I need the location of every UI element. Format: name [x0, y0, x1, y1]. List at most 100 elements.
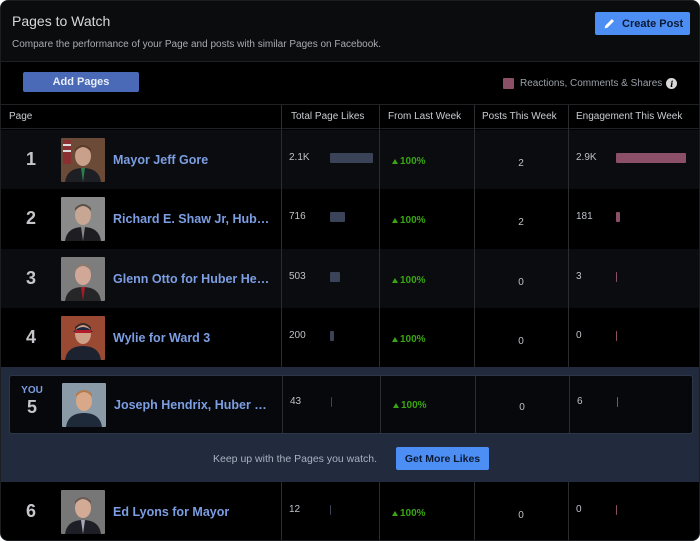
total-likes-value: 716 [289, 211, 306, 222]
rank-number: 1 [25, 149, 36, 169]
column-divider [281, 482, 282, 540]
pencil-icon [604, 19, 614, 29]
pages-to-watch-panel: Pages to Watch Compare the performance o… [0, 0, 700, 541]
column-divider [475, 376, 476, 433]
create-post-label: Create Post [622, 17, 684, 30]
info-icon[interactable]: i [666, 78, 678, 89]
up-arrow-icon [392, 337, 398, 342]
column-divider [379, 105, 380, 367]
page-name-link[interactable]: Ed Lyons for Mayor [113, 505, 229, 519]
total-likes-bar [330, 505, 331, 515]
your-page-row: YOU 5 Joseph Hendrix, Huber … 43 100% 0 … [9, 375, 693, 434]
page-name-link[interactable]: Wylie for Ward 3 [113, 331, 210, 345]
engagement-value: 181 [576, 211, 593, 222]
engagement-bar [616, 272, 617, 282]
growth-value: 100% [400, 334, 426, 345]
growth-value: 100% [400, 275, 426, 286]
column-header-from-last-week: From Last Week [388, 111, 462, 122]
page-avatar[interactable] [61, 138, 105, 182]
page-avatar[interactable] [61, 257, 105, 301]
page-avatar[interactable] [62, 383, 106, 427]
rank-number: 5 [26, 397, 37, 417]
column-header-page: Page [9, 111, 33, 122]
posts-this-week-value: 2 [518, 158, 524, 169]
column-header-posts: Posts This Week [482, 111, 557, 122]
table-header: Page Total Page Likes From Last Week Pos… [1, 105, 699, 129]
growth-indicator: 100% [392, 215, 426, 226]
page-avatar[interactable] [61, 316, 105, 360]
rank-number: 6 [25, 501, 36, 521]
legend-label: Reactions, Comments & Shares [520, 78, 663, 89]
table-row: 1 Mayor Jeff Gore 2.1K 100% 2 2.9K [1, 130, 699, 189]
panel-subtitle: Compare the performance of your Page and… [12, 39, 382, 50]
get-more-likes-button[interactable]: Get More Likes [396, 447, 489, 470]
column-divider [281, 105, 282, 367]
engagement-bar [616, 505, 617, 515]
column-divider [474, 482, 475, 540]
rank-number: 4 [25, 327, 36, 347]
total-likes-value: 2.1K [289, 152, 310, 163]
total-likes-value: 12 [289, 504, 301, 515]
up-arrow-icon [392, 218, 398, 223]
total-likes-value: 503 [289, 271, 306, 282]
posts-this-week-value: 2 [518, 217, 524, 228]
table-row: 6 Ed Lyons for Mayor 12 100% 0 0 [1, 482, 699, 540]
page-avatar[interactable] [61, 197, 105, 241]
growth-indicator: 100% [392, 156, 426, 167]
posts-this-week-value: 0 [519, 402, 525, 413]
column-divider [569, 376, 570, 433]
column-divider [568, 105, 569, 367]
growth-value: 100% [400, 215, 426, 226]
legend: Reactions, Comments & Shares i [503, 78, 678, 89]
total-likes-bar [330, 331, 334, 341]
page-avatar[interactable] [61, 490, 105, 534]
you-label: YOU [21, 385, 43, 396]
engagement-value: 6 [577, 396, 583, 407]
up-arrow-icon [392, 159, 398, 164]
up-arrow-icon [393, 403, 399, 408]
page-name-link[interactable]: Mayor Jeff Gore [113, 153, 208, 167]
engagement-bar [617, 397, 618, 407]
column-divider [282, 376, 283, 433]
table-row: 2 Richard E. Shaw Jr, Hub… 716 100% 2 18… [1, 189, 699, 248]
table-row: 4 Wylie for Ward 3 200 100% 0 0 [1, 308, 699, 367]
column-divider [379, 482, 380, 540]
engagement-value: 0 [576, 330, 582, 341]
total-likes-bar [330, 272, 340, 282]
growth-indicator: 100% [392, 508, 426, 519]
posts-this-week-value: 0 [518, 277, 524, 288]
toolbar: Add Pages Reactions, Comments & Shares i [1, 62, 699, 105]
panel-title: Pages to Watch [12, 13, 111, 29]
growth-value: 100% [400, 156, 426, 167]
total-likes-value: 43 [290, 396, 302, 407]
growth-indicator: 100% [392, 275, 426, 286]
promo-text: Keep up with the Pages you watch. [213, 453, 378, 465]
page-name-link[interactable]: Glenn Otto for Huber He… [113, 272, 269, 286]
create-post-button[interactable]: Create Post [595, 12, 690, 35]
your-page-section: YOU 5 Joseph Hendrix, Huber … 43 100% 0 … [1, 367, 699, 482]
engagement-value: 3 [576, 271, 582, 282]
growth-value: 100% [401, 400, 427, 411]
panel-header: Pages to Watch Compare the performance o… [1, 1, 699, 62]
column-header-total-likes: Total Page Likes [291, 111, 365, 122]
column-divider [380, 376, 381, 433]
engagement-value: 2.9K [576, 152, 597, 163]
page-name-link[interactable]: Joseph Hendrix, Huber … [114, 398, 267, 412]
engagement-bar [616, 153, 686, 163]
growth-value: 100% [400, 508, 426, 519]
rank-number: 3 [25, 268, 36, 288]
total-likes-value: 200 [289, 330, 306, 341]
growth-indicator: 100% [393, 400, 427, 411]
column-divider [474, 105, 475, 367]
page-name-link[interactable]: Richard E. Shaw Jr, Hub… [113, 212, 269, 226]
growth-indicator: 100% [392, 334, 426, 345]
engagement-bar [616, 331, 617, 341]
total-likes-bar [330, 153, 373, 163]
add-pages-button[interactable]: Add Pages [23, 72, 139, 92]
engagement-bar [616, 212, 620, 222]
total-likes-bar [330, 212, 345, 222]
engagement-value: 0 [576, 504, 582, 515]
posts-this-week-value: 0 [518, 510, 524, 521]
table-row: 3 Glenn Otto for Huber He… 503 100% 0 3 [1, 249, 699, 308]
total-likes-bar [331, 397, 332, 407]
